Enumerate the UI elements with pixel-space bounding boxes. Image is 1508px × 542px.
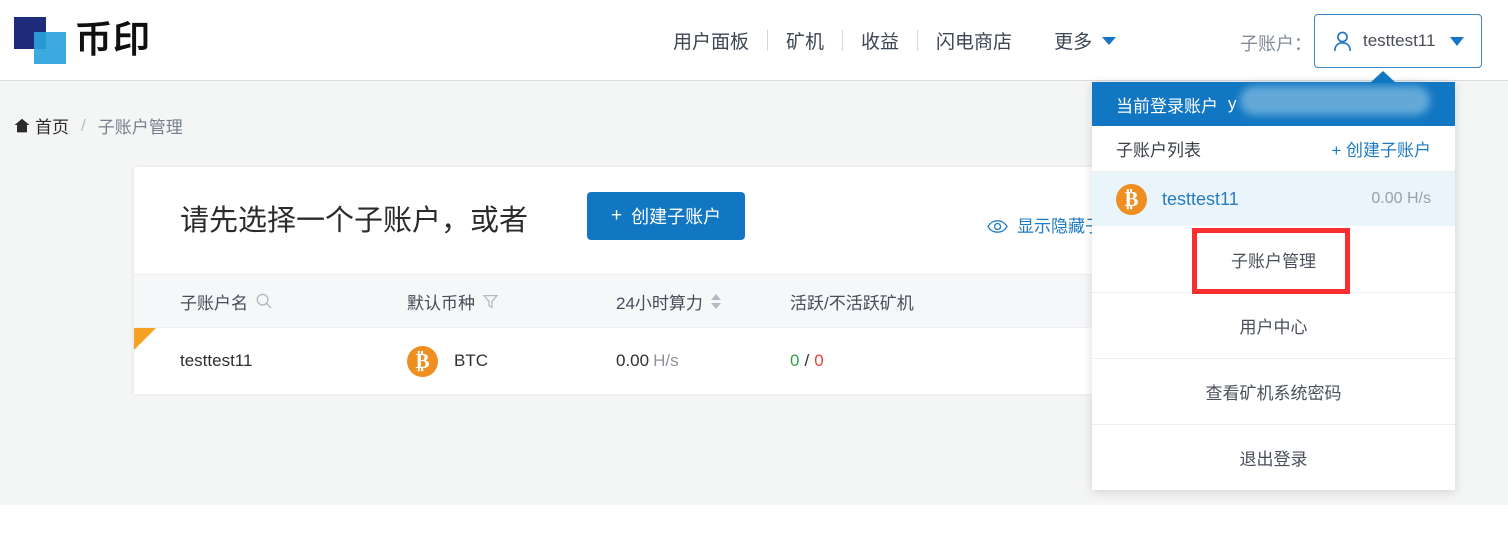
column-header-active-inactive-miners: 活跃/不活跃矿机 <box>790 289 990 314</box>
cell-default-coin: ₿ BTC <box>407 345 616 377</box>
create-subaccount-button[interactable]: + 创建子账户 <box>587 192 746 240</box>
dropdown-account-name: testtest11 <box>1162 188 1239 209</box>
column-header-hashrate-24h[interactable]: 24小时算力 <box>616 289 790 314</box>
search-icon[interactable] <box>256 293 272 309</box>
redacted-account-overlay <box>1240 86 1430 115</box>
brand-name: 币印 <box>75 19 151 60</box>
show-hidden-label: 显示隐藏子 <box>1017 217 1102 236</box>
breadcrumb: 首页 / 子账户管理 <box>14 113 183 138</box>
subaccount-list-title: 子账户列表 <box>1116 141 1201 160</box>
menu-item-subaccount-management[interactable]: 子账户管理 <box>1092 226 1455 292</box>
bitcoin-icon: ₿ <box>1116 183 1147 215</box>
cell-subaccount-name: testtest11 <box>134 351 407 371</box>
cell-miners: 0 / 0 <box>790 351 990 371</box>
dropdown-subaccount-list-row: 子账户列表 + 创建子账户 <box>1092 126 1455 172</box>
filter-icon[interactable] <box>483 294 498 309</box>
chevron-down-icon <box>1102 36 1117 45</box>
dropdown-header-label: 当前登录账户 <box>1116 96 1218 116</box>
nav-item-dashboard[interactable]: 用户面板 <box>655 27 767 54</box>
menu-item-user-center[interactable]: 用户中心 <box>1092 292 1455 358</box>
column-label: 子账户名 <box>180 293 248 313</box>
inactive-miners-count: 0 <box>814 351 824 370</box>
column-label: 默认币种 <box>407 293 475 313</box>
cell-hashrate: 0.00 H/s <box>616 351 790 371</box>
nav-item-lightning-store[interactable]: 闪电商店 <box>918 27 1030 54</box>
brand-logo[interactable]: 币印 <box>14 14 151 66</box>
row-corner-flag-icon <box>134 328 156 350</box>
chevron-down-icon <box>1450 36 1464 46</box>
create-subaccount-label: 创建子账户 <box>631 207 722 227</box>
account-dropdown-panel: 当前登录账户 y 子账户列表 + 创建子账户 ₿ testtest11 0.00… <box>1092 82 1455 490</box>
card-header: 请先选择一个子账户，或者 + 创建子账户 显示隐藏子 <box>134 167 1205 274</box>
main-navigation: 用户面板 矿机 收益 闪电商店 更多 <box>655 0 1130 81</box>
dropdown-pointer-arrow <box>1370 71 1396 83</box>
coin-label: BTC <box>454 351 488 370</box>
table-row[interactable]: testtest11 ₿ BTC 0.00 H/s 0 / 0 <box>134 327 1205 394</box>
plus-icon: + <box>611 205 623 226</box>
active-miners-count: 0 <box>790 351 800 370</box>
dropdown-account-item[interactable]: ₿ testtest11 0.00 H/s <box>1092 172 1455 226</box>
dropdown-header-account: y <box>1228 94 1237 113</box>
home-icon <box>14 118 30 133</box>
account-selector-button[interactable]: testtest11 <box>1314 14 1482 68</box>
column-label: 活跃/不活跃矿机 <box>790 293 914 313</box>
app-root: 币印 用户面板 矿机 收益 闪电商店 更多 子账户： testtest11 首页… <box>0 0 1508 542</box>
dropdown-header: 当前登录账户 y <box>1092 82 1455 126</box>
hashrate-value: 0.00 <box>616 351 650 370</box>
subaccount-prefix-label: 子账户： <box>1240 34 1312 54</box>
hashrate-unit: H/s <box>653 351 679 370</box>
column-label: 24小时算力 <box>616 293 703 313</box>
sort-icon[interactable] <box>710 293 721 309</box>
column-header-subaccount-name[interactable]: 子账户名 <box>134 289 407 314</box>
subaccount-card: 请先选择一个子账户，或者 + 创建子账户 显示隐藏子 子账户名 默认币种 24小… <box>133 166 1206 394</box>
nav-more-label: 更多 <box>1054 32 1093 53</box>
logo-mark-icon <box>14 14 66 66</box>
column-header-default-coin[interactable]: 默认币种 <box>407 289 616 314</box>
top-header: 币印 用户面板 矿机 收益 闪电商店 更多 子账户： testtest11 <box>0 0 1508 81</box>
dropdown-account-hashrate: 0.00 H/s <box>1371 190 1431 207</box>
show-hidden-subaccounts-link[interactable]: 显示隐藏子 <box>987 212 1102 237</box>
nav-item-earnings[interactable]: 收益 <box>843 27 917 54</box>
breadcrumb-current: 子账户管理 <box>97 118 183 137</box>
person-icon <box>1333 31 1352 52</box>
logo-square-light <box>34 32 66 64</box>
breadcrumb-separator: / <box>81 115 86 135</box>
breadcrumb-home[interactable]: 首页 <box>35 113 69 138</box>
eye-icon <box>987 218 1008 233</box>
table-header-row: 子账户名 默认币种 24小时算力 活跃/不活跃矿机 <box>134 274 1205 327</box>
miners-separator: / <box>804 351 810 370</box>
card-title: 请先选择一个子账户，或者 <box>180 205 529 237</box>
account-selector-value: testtest11 <box>1363 31 1436 50</box>
subaccount-name-value: testtest11 <box>180 351 253 370</box>
nav-item-more[interactable]: 更多 <box>1030 27 1130 54</box>
menu-item-logout[interactable]: 退出登录 <box>1092 424 1455 490</box>
nav-item-miners[interactable]: 矿机 <box>768 27 842 54</box>
menu-item-view-miner-password[interactable]: 查看矿机系统密码 <box>1092 358 1455 424</box>
bitcoin-icon: ₿ <box>407 345 438 377</box>
create-subaccount-link[interactable]: + 创建子账户 <box>1331 136 1431 161</box>
